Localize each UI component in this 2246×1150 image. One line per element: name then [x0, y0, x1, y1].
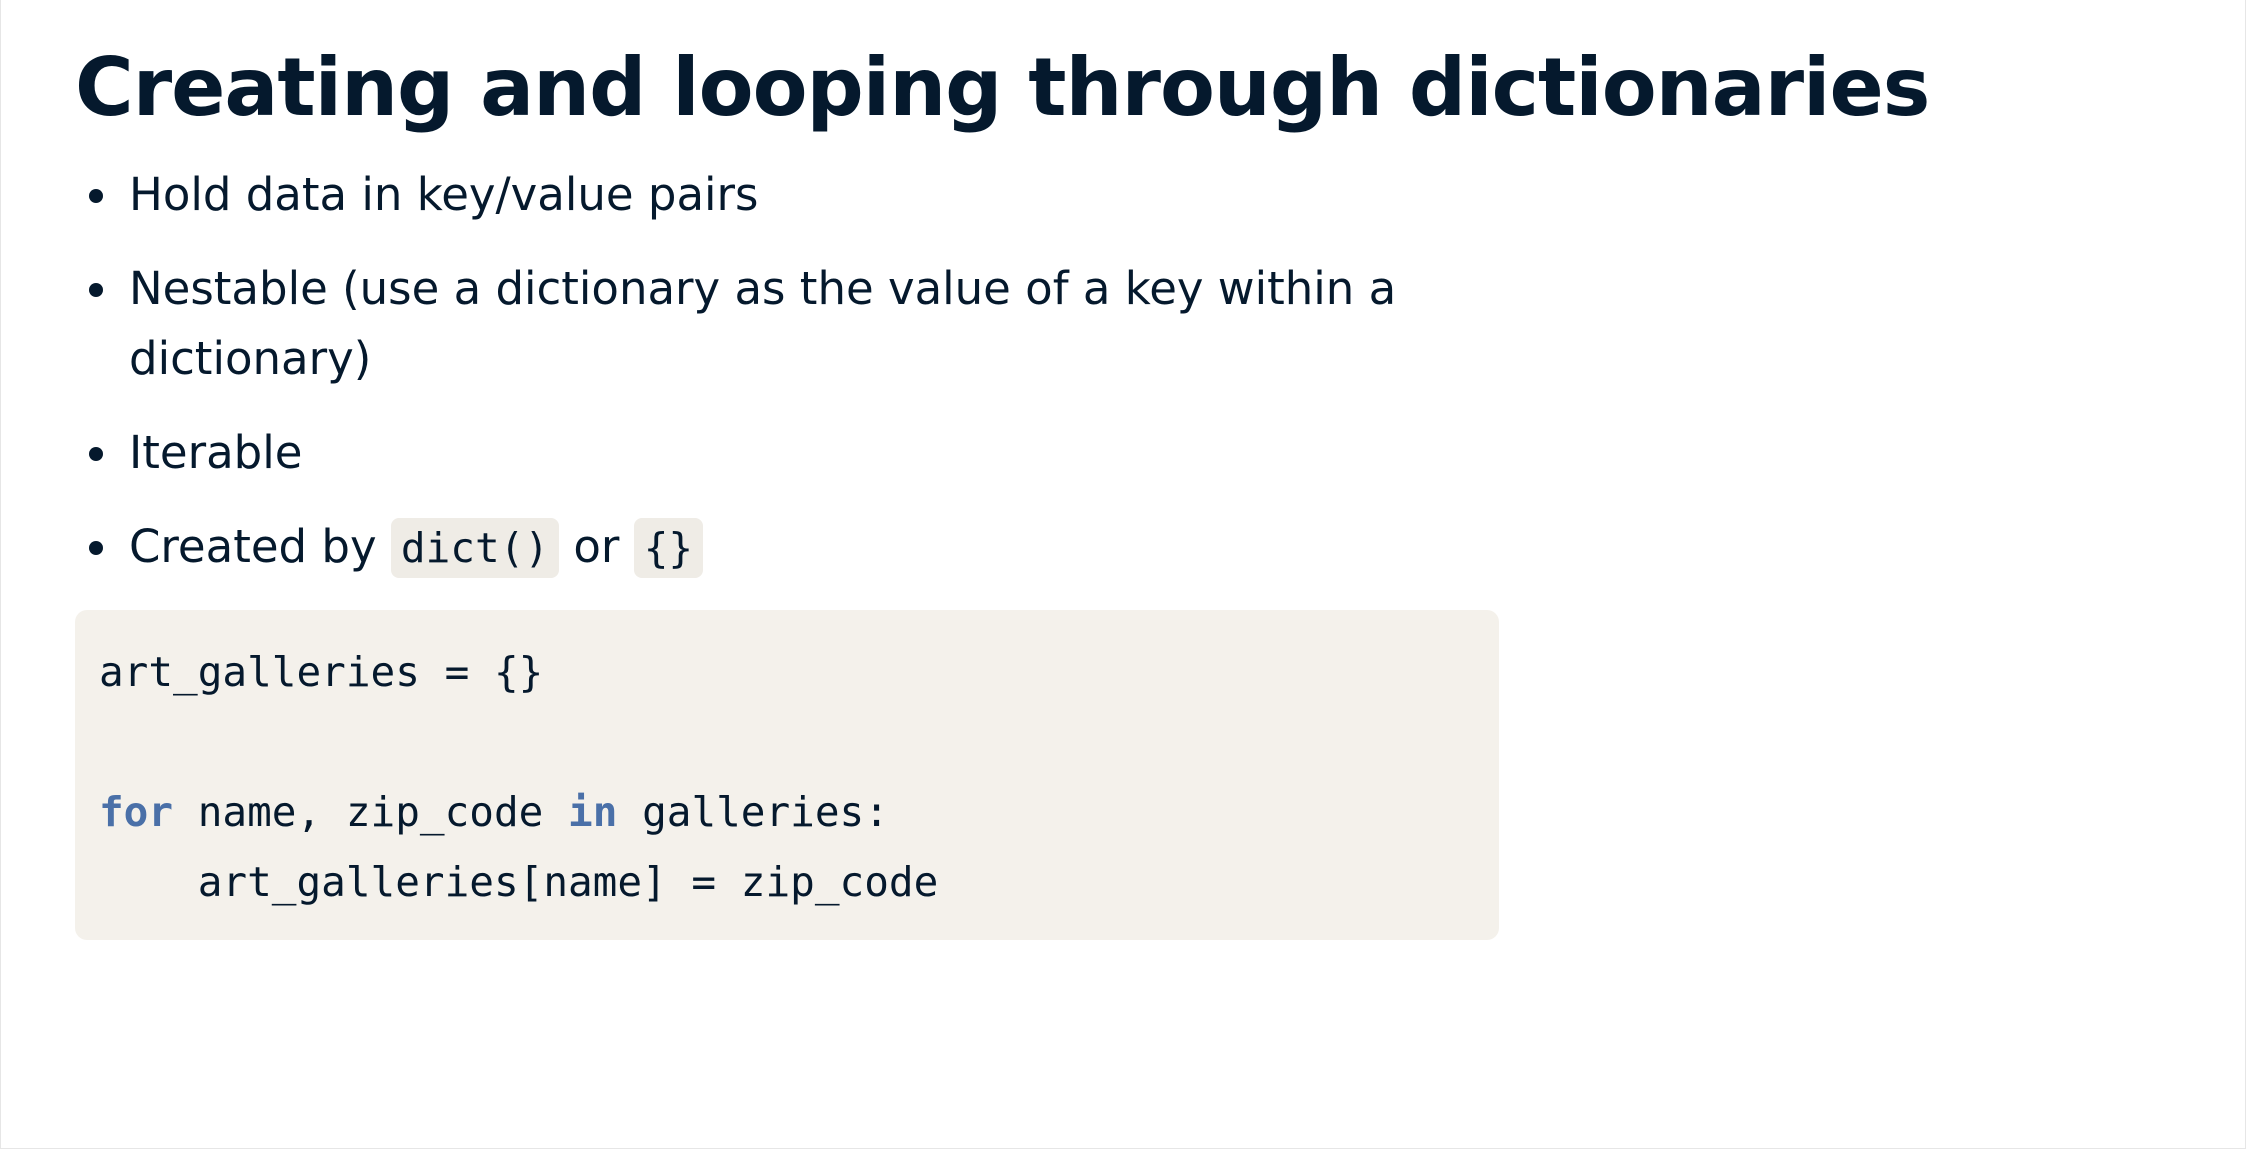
bullet-text: or — [573, 520, 620, 573]
code-text: galleries: — [617, 788, 889, 836]
bullet-dot-icon — [89, 189, 103, 203]
bullet-dot-icon — [89, 541, 103, 555]
bullet-text: Hold data in key/value pairs — [129, 168, 759, 221]
slide-title: Creating and looping through dictionarie… — [75, 41, 1930, 134]
slide: Creating and looping through dictionarie… — [0, 0, 2246, 1149]
bullet-dot-icon — [89, 283, 103, 297]
code-line: art_galleries[name] = zip_code — [99, 858, 939, 906]
bullet-dot-icon — [89, 447, 103, 461]
inline-code: dict() — [390, 518, 560, 578]
code-block: art_galleries = {} for name, zip_code in… — [75, 610, 1499, 940]
code-line: for name, zip_code in galleries: — [99, 777, 1475, 847]
code-keyword: for — [99, 788, 174, 836]
code-text: name, zip_code — [173, 788, 569, 836]
inline-code: {} — [633, 518, 704, 578]
bullet-text: Created by — [129, 520, 377, 573]
bullet-item: Hold data in key/value pairs — [75, 160, 1505, 230]
bullet-item: Iterable — [75, 418, 1505, 488]
bullet-list: Hold data in key/value pairs Nestable (u… — [75, 160, 1505, 607]
code-line: art_galleries = {} — [99, 648, 544, 696]
bullet-text: Iterable — [129, 426, 303, 479]
bullet-text: Nestable (use a dictionary as the value … — [129, 262, 1397, 385]
code-keyword: in — [568, 788, 618, 836]
bullet-item: Nestable (use a dictionary as the value … — [75, 254, 1505, 394]
bullet-item: Created by dict() or {} — [75, 512, 1505, 583]
